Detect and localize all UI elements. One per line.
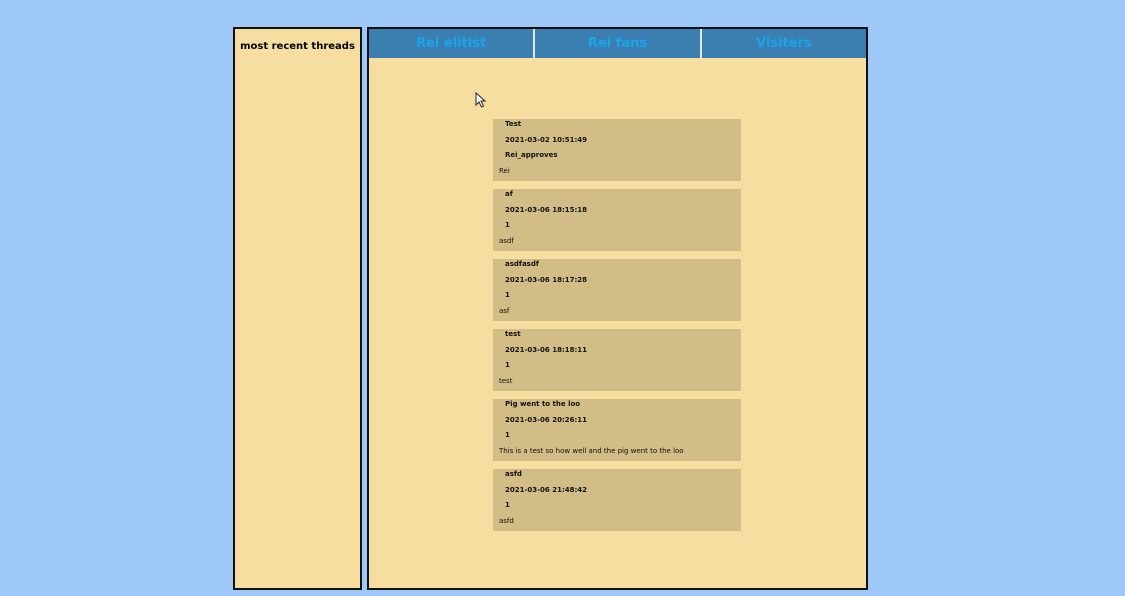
thread-date: 2021-03-06 20:26:11 xyxy=(505,416,588,424)
sidebar: most recent threads xyxy=(233,27,362,590)
thread-body: asdf xyxy=(499,237,514,245)
thread-title[interactable]: Test xyxy=(505,120,521,128)
thread-author: 1 xyxy=(505,221,510,229)
thread-body: test xyxy=(499,377,513,385)
thread-date: 2021-03-02 10:51:49 xyxy=(505,136,588,144)
thread-body: This is a test so how well and the pig w… xyxy=(499,447,684,455)
thread-author: 1 xyxy=(505,501,510,509)
nav-tab-rei-fans[interactable]: Rei fans xyxy=(535,29,702,58)
thread-body: asf xyxy=(499,307,510,315)
thread-title[interactable]: af xyxy=(505,190,513,198)
main-panel: Rei elitist Rei fans Visiters Test 2021-… xyxy=(367,27,868,590)
mouse-pointer-icon xyxy=(475,92,487,108)
thread-card[interactable]: asfd 2021-03-06 21:48:42 1 asfd xyxy=(493,469,741,531)
thread-author: 1 xyxy=(505,291,510,299)
thread-card[interactable]: Pig went to the loo 2021-03-06 20:26:11 … xyxy=(493,399,741,461)
thread-card[interactable]: Test 2021-03-02 10:51:49 Rei_approves Re… xyxy=(493,119,741,181)
nav-tab-rei-elitist[interactable]: Rei elitist xyxy=(369,29,536,58)
thread-title[interactable]: asdfasdf xyxy=(505,260,539,268)
thread-card[interactable]: af 2021-03-06 18:15:18 1 asdf xyxy=(493,189,741,251)
thread-author: 1 xyxy=(505,361,510,369)
thread-author: Rei_approves xyxy=(505,151,558,159)
thread-list: Test 2021-03-02 10:51:49 Rei_approves Re… xyxy=(493,119,741,539)
thread-title[interactable]: Pig went to the loo xyxy=(505,400,580,408)
thread-date: 2021-03-06 21:48:42 xyxy=(505,486,588,494)
thread-title[interactable]: asfd xyxy=(505,470,522,478)
thread-body: Rei xyxy=(499,167,510,175)
nav-tab-visiters[interactable]: Visiters xyxy=(702,29,866,58)
thread-date: 2021-03-06 18:17:28 xyxy=(505,276,588,284)
thread-title[interactable]: test xyxy=(505,330,521,338)
thread-body: asfd xyxy=(499,517,514,525)
thread-date: 2021-03-06 18:18:11 xyxy=(505,346,588,354)
thread-date: 2021-03-06 18:15:18 xyxy=(505,206,588,214)
sidebar-title: most recent threads xyxy=(240,41,355,52)
thread-card[interactable]: test 2021-03-06 18:18:11 1 test xyxy=(493,329,741,391)
top-nav: Rei elitist Rei fans Visiters xyxy=(369,29,866,58)
thread-author: 1 xyxy=(505,431,510,439)
thread-card[interactable]: asdfasdf 2021-03-06 18:17:28 1 asf xyxy=(493,259,741,321)
